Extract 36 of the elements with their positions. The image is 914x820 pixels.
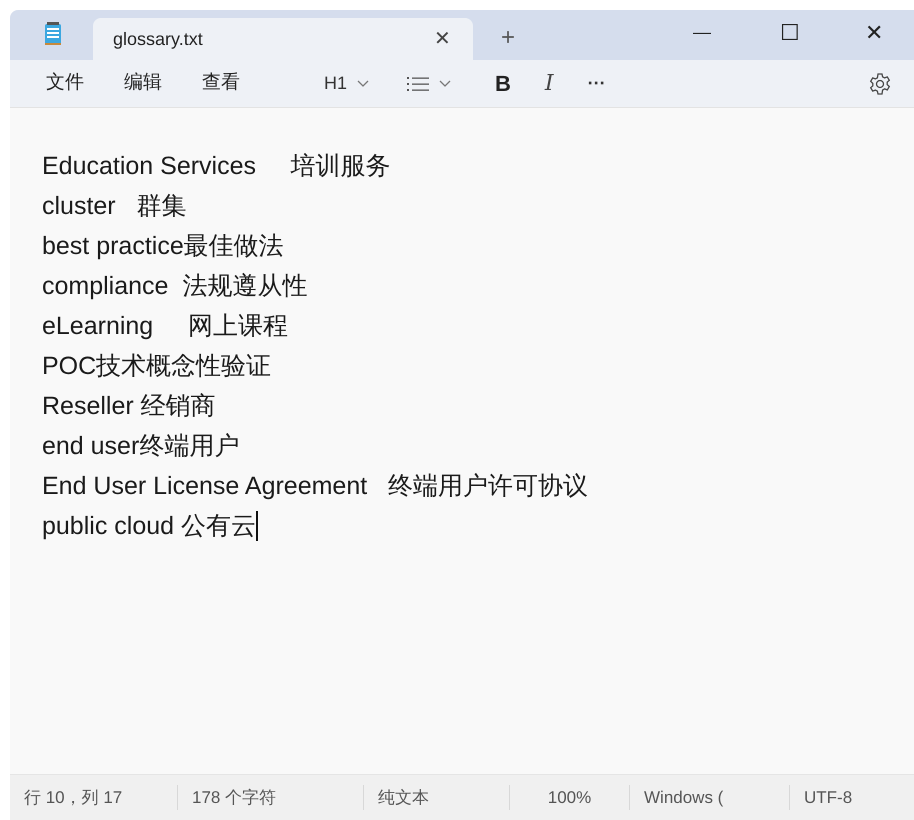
text-line: public cloud 公有云 [42, 511, 256, 542]
notepad-icon [43, 22, 63, 46]
status-item: 178 个字符 [178, 784, 364, 810]
maximize-button[interactable]: ☐ [746, 10, 834, 54]
status-item: 行 10，列 17 [10, 784, 178, 810]
text-line: cluster 群集 [42, 191, 188, 222]
menu-item[interactable]: 查看 [184, 65, 258, 102]
tab[interactable]: glossary.txt ✕ [93, 18, 473, 60]
status-item: 纯文本 [364, 784, 510, 810]
list-icon [407, 76, 430, 90]
heading-dropdown[interactable]: H1 [316, 70, 378, 97]
minimize-button[interactable]: — [658, 10, 746, 54]
text-cursor [256, 511, 258, 541]
settings-icon[interactable] [868, 72, 892, 96]
chevron-down-icon [357, 80, 370, 88]
new-tab-button[interactable]: + [493, 20, 523, 50]
chevron-down-icon [439, 80, 452, 88]
status-item: Windows ( [630, 784, 790, 810]
status-item: 100% [510, 784, 630, 810]
text-line: compliance 法规遵从性 [42, 271, 308, 302]
text-line: End User License Agreement 终端用户许可协议 [42, 471, 590, 502]
menu-item[interactable]: 文件 [28, 65, 102, 102]
italic-button[interactable]: I [536, 67, 562, 100]
bold-button[interactable]: B [487, 67, 519, 100]
close-button[interactable]: ✕ [834, 10, 914, 54]
text-line: POC技术概念性验证 [42, 351, 272, 382]
tab-title: glossary.txt [113, 28, 204, 51]
tab-close-button[interactable]: ✕ [434, 24, 451, 54]
menu-item[interactable]: 编辑 [106, 65, 180, 102]
status-item: UTF-8 [803, 786, 854, 809]
text-line: Reseller 经销商 [42, 391, 217, 422]
text-line: end user终端用户 [42, 431, 240, 462]
text-line: Education Services 培训服务 [42, 151, 392, 182]
more-button[interactable]: ··· [580, 70, 614, 97]
text-line: best practice最佳做法 [42, 231, 285, 262]
text-line: eLearning 网上课程 [42, 311, 289, 342]
